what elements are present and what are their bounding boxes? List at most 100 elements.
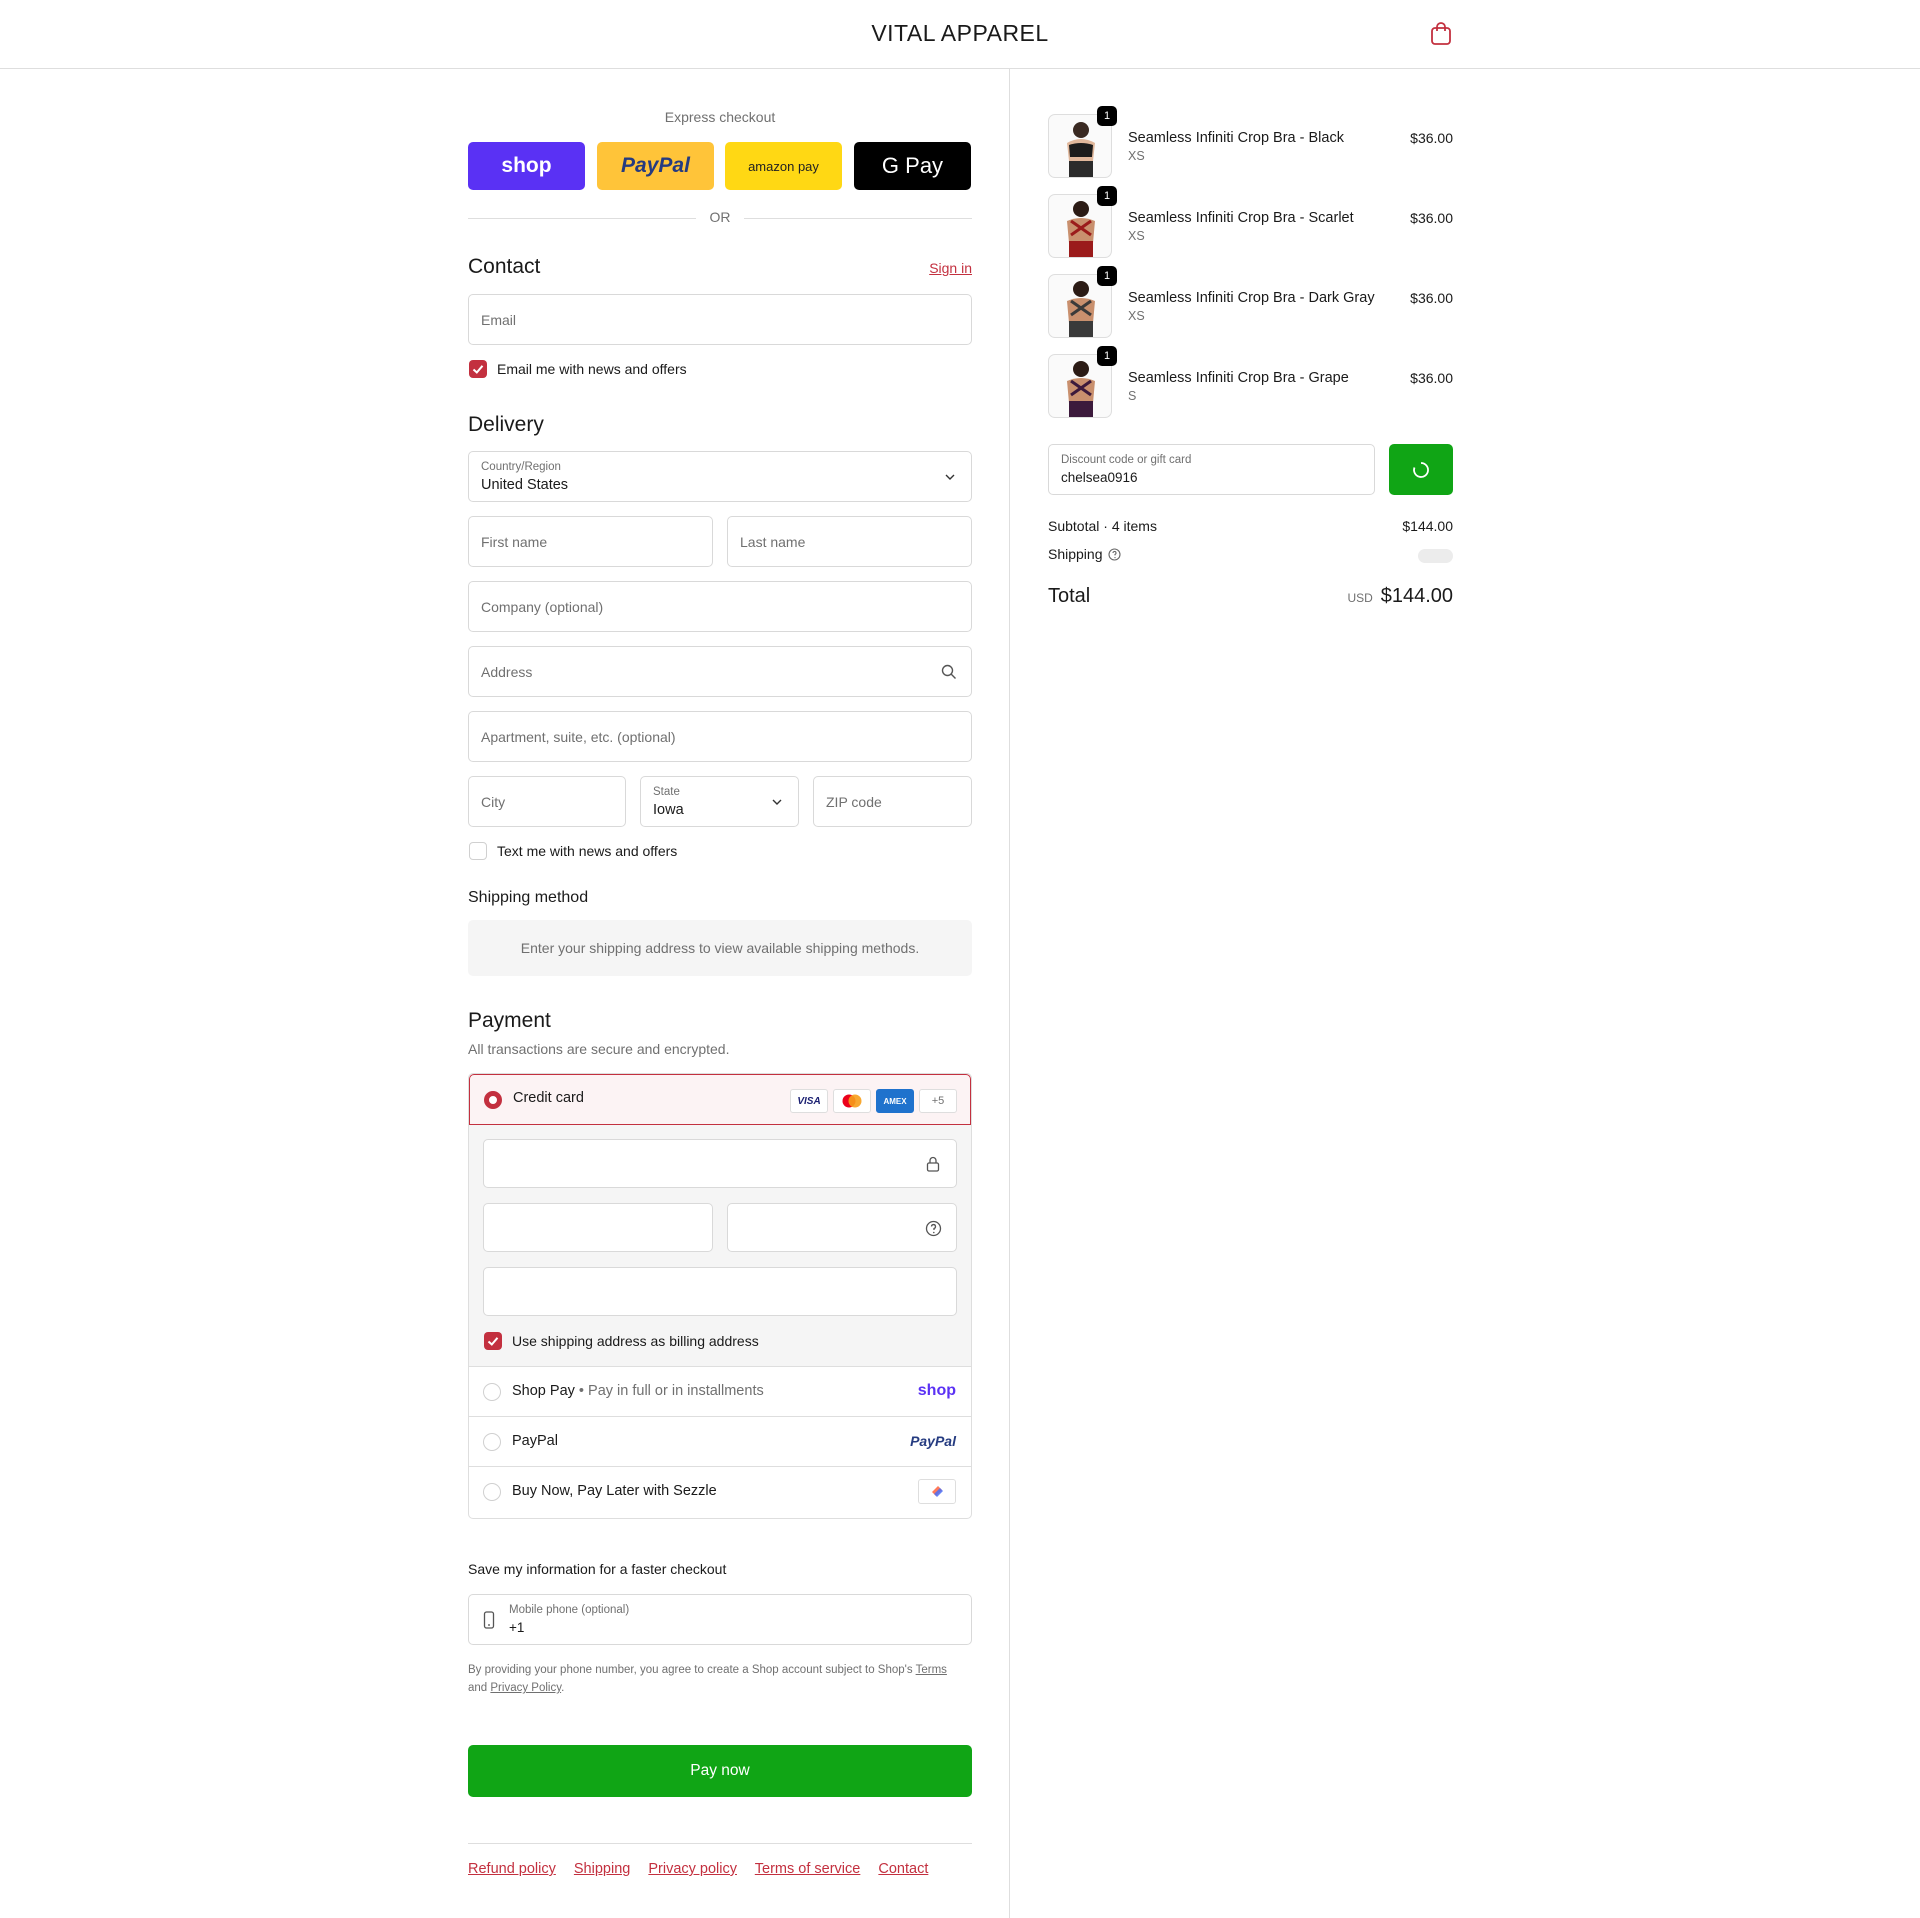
phone-disclaimer: By providing your phone number, you agre… — [468, 1664, 947, 1694]
shop-pay-logo: shop — [917, 1382, 956, 1399]
sign-in-link[interactable]: Sign in — [929, 260, 972, 276]
payment-subtitle: All transactions are secure and encrypte… — [468, 1041, 730, 1057]
subtotal-row: Subtotal · 4 items $144.00 — [1048, 518, 1453, 534]
credit-card-option[interactable]: Credit card VISA AMEX +5 — [469, 1074, 971, 1125]
privacy-policy-link[interactable]: Privacy policy — [648, 1861, 737, 1877]
shop-pay-radio[interactable] — [483, 1383, 501, 1401]
header: VITAL APPAREL — [0, 0, 1920, 69]
city-field[interactable]: City — [468, 776, 626, 827]
email-news-checkbox[interactable] — [469, 360, 487, 378]
lock-icon — [926, 1156, 940, 1172]
cart-item: 1 Seamless Infiniti Crop Bra - Scarlet X… — [1048, 186, 1453, 260]
column-divider — [1009, 69, 1010, 1918]
state-value: Iowa — [653, 802, 684, 818]
state-label: State — [653, 786, 680, 798]
billing-same-checkbox[interactable] — [484, 1332, 502, 1350]
express-checkout-title: Express checkout — [664, 109, 776, 125]
chevron-down-icon — [945, 474, 955, 480]
help-circle-icon[interactable] — [925, 1220, 942, 1237]
paypal-logo: PayPal — [910, 1433, 956, 1449]
refund-policy-link[interactable]: Refund policy — [468, 1861, 556, 1877]
shop-terms-link[interactable]: Terms — [916, 1664, 947, 1676]
mobile-phone-label: Mobile phone (optional) — [509, 1604, 630, 1616]
card-name-field[interactable] — [483, 1267, 957, 1316]
apartment-placeholder: Apartment, suite, etc. (optional) — [481, 729, 676, 745]
pay-now-button[interactable]: Pay now — [468, 1745, 972, 1797]
shop-pay-label-group: Shop Pay • Pay in full or in installment… — [512, 1383, 764, 1399]
paypal-option[interactable]: PayPal PayPal — [469, 1417, 971, 1467]
save-info-heading: Save my information for a faster checkou… — [468, 1561, 727, 1577]
amazon-pay-express-button[interactable]: amazon pay — [725, 142, 842, 190]
text-news-label: Text me with news and offers — [497, 843, 678, 859]
contact-link[interactable]: Contact — [878, 1861, 928, 1877]
item-variant: XS — [1128, 309, 1145, 323]
google-pay-express-button[interactable]: G Pay — [854, 142, 971, 190]
state-select[interactable]: State Iowa — [640, 776, 799, 827]
apartment-field[interactable]: Apartment, suite, etc. (optional) — [468, 711, 972, 762]
quantity-badge: 1 — [1097, 106, 1117, 126]
company-field[interactable]: Company (optional) — [468, 581, 972, 632]
credit-card-form: Use shipping address as billing address — [469, 1125, 971, 1367]
google-pay-logo: G Pay — [881, 153, 944, 178]
shop-pay-option[interactable]: Shop Pay • Pay in full or in installment… — [469, 1367, 971, 1417]
paypal-radio[interactable] — [483, 1433, 501, 1451]
visa-icon: VISA — [790, 1089, 828, 1113]
total-label: Total — [1048, 585, 1091, 607]
shipping-row: Shipping — [1048, 546, 1453, 563]
zip-placeholder: ZIP code — [826, 794, 882, 810]
store-brand[interactable]: VITAL APPAREL — [0, 20, 1920, 47]
item-variant: XS — [1128, 229, 1145, 243]
mobile-phone-value: +1 — [509, 1620, 525, 1635]
email-placeholder: Email — [481, 312, 517, 328]
help-circle-icon[interactable] — [1108, 548, 1121, 561]
cart-item: 1 Seamless Infiniti Crop Bra - Dark Gray… — [1048, 266, 1453, 340]
sezzle-option[interactable]: Buy Now, Pay Later with Sezzle — [469, 1467, 971, 1517]
credit-card-radio[interactable] — [484, 1091, 502, 1109]
payment-heading: Payment — [468, 1009, 551, 1032]
first-name-field[interactable]: First name — [468, 516, 713, 567]
contact-heading: Contact — [468, 255, 541, 278]
country-select[interactable]: Country/Region United States — [468, 451, 972, 502]
address-field[interactable]: Address — [468, 646, 972, 697]
card-cvv-field[interactable] — [727, 1203, 957, 1252]
billing-same-label: Use shipping address as billing address — [512, 1333, 759, 1349]
shop-privacy-link[interactable]: Privacy Policy — [490, 1682, 561, 1694]
amex-icon: AMEX — [876, 1089, 914, 1113]
shipping-value-placeholder — [1418, 549, 1453, 563]
shopping-bag-icon[interactable] — [1430, 22, 1452, 46]
card-expiry-field[interactable] — [483, 1203, 713, 1252]
item-price: $36.00 — [1410, 290, 1453, 306]
shipping-policy-link[interactable]: Shipping — [574, 1861, 630, 1877]
address-placeholder: Address — [481, 664, 533, 680]
card-number-field[interactable] — [483, 1139, 957, 1188]
check-icon — [487, 1337, 499, 1346]
quantity-badge: 1 — [1097, 266, 1117, 286]
chevron-down-icon — [772, 799, 782, 805]
terms-of-service-link[interactable]: Terms of service — [755, 1861, 861, 1877]
sezzle-label: Buy Now, Pay Later with Sezzle — [512, 1483, 717, 1499]
mobile-phone-field[interactable]: Mobile phone (optional) +1 — [468, 1594, 972, 1645]
text-news-checkbox[interactable] — [469, 842, 487, 860]
cart-item: 1 Seamless Infiniti Crop Bra - Black XS … — [1048, 106, 1453, 180]
email-field[interactable]: Email — [468, 294, 972, 345]
last-name-field[interactable]: Last name — [727, 516, 972, 567]
shipping-method-heading: Shipping method — [468, 889, 589, 906]
sezzle-logo-icon — [918, 1479, 956, 1504]
company-placeholder: Company (optional) — [481, 599, 604, 615]
shop-pay-express-button[interactable]: shop — [468, 142, 585, 190]
discount-value: chelsea0916 — [1061, 470, 1138, 485]
total-row: Total USD $144.00 — [1048, 585, 1453, 608]
item-price: $36.00 — [1410, 370, 1453, 386]
total-currency: USD — [1347, 591, 1373, 605]
check-icon — [472, 365, 484, 374]
payment-methods: Credit card VISA AMEX +5 Use shipping ad… — [468, 1073, 972, 1519]
total-value: $144.00 — [1380, 585, 1453, 607]
first-name-placeholder: First name — [481, 534, 548, 550]
amazon-pay-logo: amazon pay — [748, 158, 819, 174]
apply-discount-button[interactable] — [1389, 444, 1453, 495]
discount-code-field[interactable]: Discount code or gift card chelsea0916 — [1048, 444, 1375, 495]
email-news-label: Email me with news and offers — [497, 361, 687, 377]
paypal-express-button[interactable]: PayPal — [597, 142, 714, 190]
sezzle-radio[interactable] — [483, 1483, 501, 1501]
zip-field[interactable]: ZIP code — [813, 776, 972, 827]
